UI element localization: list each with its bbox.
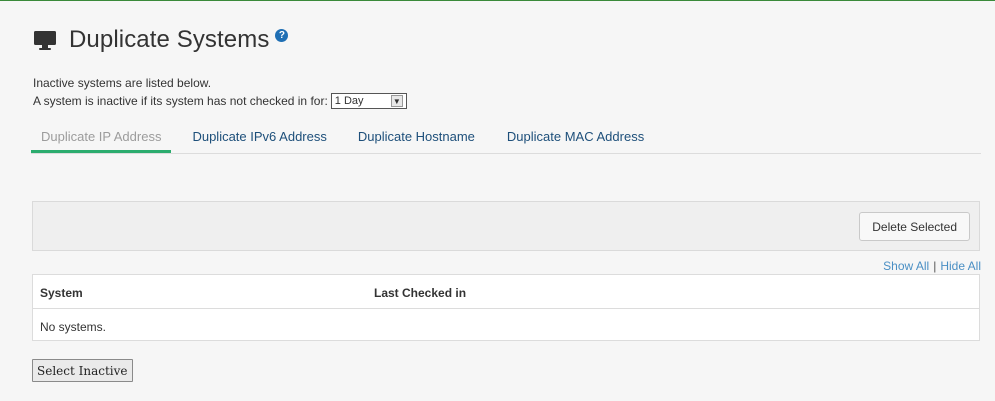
tab-duplicate-ipv6-address[interactable]: Duplicate IPv6 Address (192, 120, 326, 153)
page-title: Duplicate Systems (69, 26, 270, 53)
duplicate-type-tabs: Duplicate IP Address Duplicate IPv6 Addr… (31, 120, 981, 154)
empty-message: No systems. (40, 320, 107, 334)
hide-all-link[interactable]: Hide All (940, 259, 981, 273)
inactive-period-row: A system is inactive if its system has n… (33, 93, 407, 109)
show-all-link[interactable]: Show All (883, 259, 929, 273)
column-header-last-checked-in[interactable]: Last Checked in (374, 286, 466, 300)
column-header-system[interactable]: System (40, 286, 83, 300)
help-icon[interactable]: ? (275, 28, 289, 42)
tab-duplicate-hostname[interactable]: Duplicate Hostname (358, 120, 475, 153)
table-header: System Last Checked in (33, 275, 979, 309)
tab-duplicate-ip-address[interactable]: Duplicate IP Address (31, 120, 172, 153)
link-separator: | (933, 259, 937, 273)
inactive-description: Inactive systems are listed below. (33, 76, 212, 90)
page-header: Duplicate Systems ? (33, 26, 289, 54)
tab-duplicate-mac-address[interactable]: Duplicate MAC Address (507, 120, 644, 153)
show-hide-controls: Show All | Hide All (883, 259, 981, 273)
dropdown-arrow-icon: ▼ (390, 95, 403, 107)
select-inactive-button[interactable]: Select Inactive (32, 359, 133, 382)
inactive-period-value: 1 Day (334, 95, 364, 107)
table-row: No systems. (33, 309, 979, 341)
monitor-icon (34, 31, 56, 50)
systems-table: System Last Checked in No systems. (32, 274, 980, 341)
inactive-period-select[interactable]: 1 Day ▼ (330, 93, 407, 109)
list-toolbar: Delete Selected (32, 201, 980, 251)
duplicate-systems-page: Duplicate Systems ? Inactive systems are… (0, 0, 995, 401)
inactive-period-label: A system is inactive if its system has n… (33, 94, 328, 108)
delete-selected-button[interactable]: Delete Selected (859, 212, 970, 241)
